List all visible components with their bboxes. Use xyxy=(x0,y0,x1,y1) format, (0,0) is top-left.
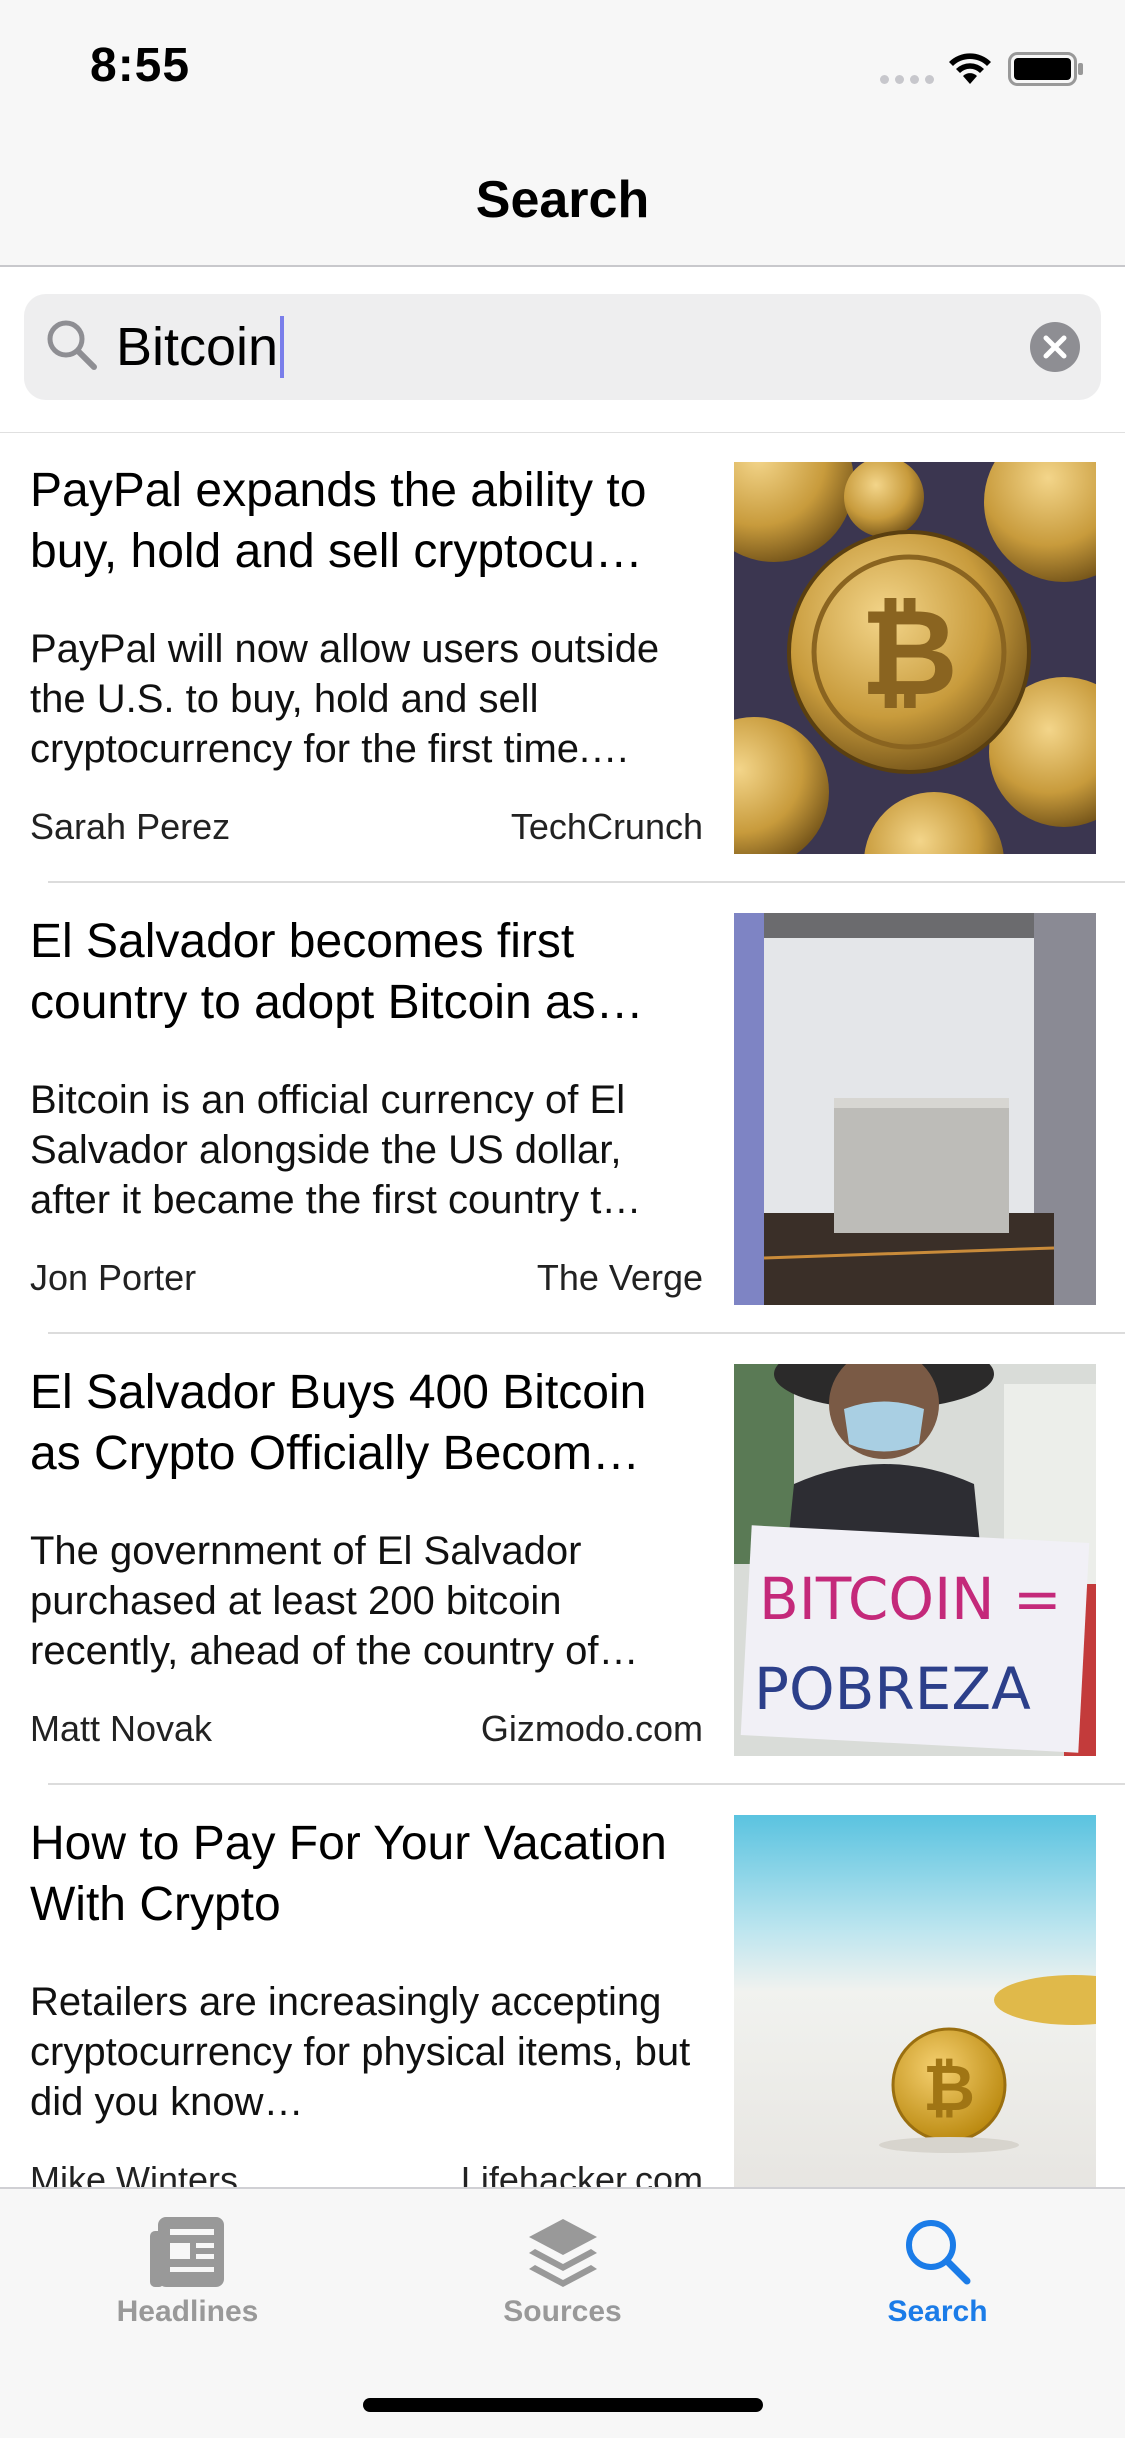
article-source: The Verge xyxy=(536,1257,703,1298)
list-item[interactable]: PayPal expands the ability to buy, hold … xyxy=(0,432,1125,883)
article-author: Jon Porter xyxy=(30,1257,197,1298)
article-description: The government of El Salvador purchased … xyxy=(30,1529,639,1673)
search-results-list[interactable]: PayPal expands the ability to buy, hold … xyxy=(0,432,1125,2187)
wifi-icon xyxy=(946,50,994,91)
article-description: Retailers are increasingly accepting cry… xyxy=(30,1980,691,2124)
navigation-bar: Search xyxy=(0,135,1125,267)
status-bar: 8:55 xyxy=(0,0,1125,135)
article-thumbnail-coin-on-beach: ₿ xyxy=(734,1815,1096,2187)
status-time: 8:55 xyxy=(90,39,191,92)
search-query[interactable]: Bitcoin xyxy=(116,316,285,378)
search-query-text: Bitcoin xyxy=(116,317,279,377)
text-caret xyxy=(280,316,285,378)
search-input[interactable]: Bitcoin xyxy=(24,294,1101,400)
article-source: Gizmodo.com xyxy=(480,1708,703,1749)
list-item[interactable]: El Salvador Buys 400 Bitcoin as Crypto O… xyxy=(0,1334,1125,1785)
article-description: PayPal will now allow users outside the … xyxy=(30,627,660,771)
tab-label: Headlines xyxy=(116,2295,259,2328)
search-icon xyxy=(750,2217,1125,2287)
newspaper-icon xyxy=(0,2217,375,2287)
tab-label: Sources xyxy=(503,2295,622,2328)
article-author: Mike Winters xyxy=(30,2159,239,2187)
svg-text:₿: ₿ xyxy=(923,2052,975,2126)
clear-search-icon[interactable] xyxy=(1029,321,1081,378)
article-title: PayPal expands the ability to buy, hold … xyxy=(30,464,647,578)
article-description: Bitcoin is an official currency of El Sa… xyxy=(30,1078,642,1222)
article-source: TechCrunch xyxy=(510,806,703,847)
tab-sources[interactable]: Sources xyxy=(375,2189,750,2339)
list-item[interactable]: How to Pay For Your Vacation With Crypto… xyxy=(0,1785,1125,2187)
article-thumbnail-empty-room xyxy=(734,913,1096,1305)
battery-icon xyxy=(1008,52,1084,91)
tab-headlines[interactable]: Headlines xyxy=(0,2189,375,2339)
home-indicator xyxy=(363,2398,763,2412)
article-title: El Salvador becomes first country to ado… xyxy=(30,915,644,1029)
tab-search[interactable]: Search xyxy=(750,2189,1125,2339)
sign-text-line2: POBREZA xyxy=(754,1655,1031,1723)
sign-text-line1: BITCOIN = xyxy=(759,1565,1062,1633)
page-title: Search xyxy=(475,171,650,229)
search-icon xyxy=(44,317,100,378)
article-title: How to Pay For Your Vacation With Crypto xyxy=(30,1817,667,1931)
article-title: El Salvador Buys 400 Bitcoin as Crypto O… xyxy=(30,1366,647,1480)
layers-icon xyxy=(375,2217,750,2289)
search-bar-container: Bitcoin xyxy=(0,267,1125,433)
list-item[interactable]: El Salvador becomes first country to ado… xyxy=(0,883,1125,1334)
svg-text:₿: ₿ xyxy=(860,584,958,723)
article-source: Lifehacker.com xyxy=(460,2159,703,2187)
article-author: Matt Novak xyxy=(30,1708,213,1749)
article-author: Sarah Perez xyxy=(30,806,231,847)
article-thumbnail-bitcoin-coins: ₿ xyxy=(734,462,1096,854)
article-thumbnail-protest-sign: BITCOIN = POBREZA xyxy=(734,1364,1096,1756)
cellular-signal-icon xyxy=(880,75,934,84)
tab-label: Search xyxy=(887,2295,988,2328)
